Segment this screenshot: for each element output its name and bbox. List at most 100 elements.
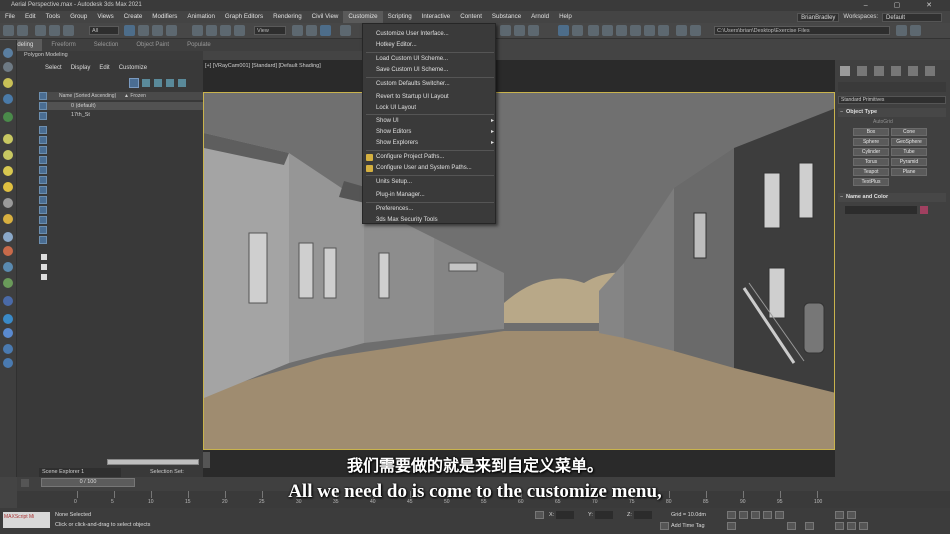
snaps-toggle-icon[interactable] <box>340 25 351 36</box>
toggle-layer-explorer-icon[interactable] <box>572 25 583 36</box>
render-production-icon[interactable] <box>658 25 669 36</box>
teapot-button[interactable]: Teapot <box>853 168 889 176</box>
camera-icon[interactable] <box>3 94 13 104</box>
ribbon-tab-selection[interactable]: Selection <box>85 39 128 51</box>
project-folder-icon[interactable] <box>896 25 907 36</box>
create-selection-set-icon[interactable] <box>3 48 13 58</box>
select-rotate-icon[interactable] <box>206 25 217 36</box>
workspace-dropdown[interactable]: Default <box>882 12 942 22</box>
customize-menu-item-lock-ui-layout[interactable]: Lock UI Layout <box>363 103 497 114</box>
goto-start-icon[interactable] <box>727 511 736 519</box>
object-name-field[interactable] <box>845 206 917 214</box>
select-move-icon[interactable] <box>192 25 203 36</box>
shapes-icon[interactable] <box>3 134 13 144</box>
current-frame-field[interactable] <box>787 522 796 530</box>
light-bulb-icon[interactable] <box>3 78 13 88</box>
vray-frame-buffer-icon[interactable] <box>690 25 701 36</box>
plane-button[interactable]: Plane <box>891 168 927 176</box>
geometry-filter-icon[interactable] <box>39 126 47 134</box>
scene-menu-select[interactable]: Select <box>45 65 62 75</box>
menu-views[interactable]: Views <box>92 11 118 23</box>
create-category-icons[interactable] <box>838 82 946 92</box>
lock-icon[interactable] <box>41 264 47 270</box>
scene-row-17th-st[interactable]: 17th_St <box>39 111 203 119</box>
time-tag-icon[interactable] <box>660 522 669 530</box>
object-color-swatch[interactable] <box>920 206 928 214</box>
frozen-filter-icon[interactable] <box>39 226 47 234</box>
window-crossing-icon[interactable] <box>166 25 177 36</box>
menu-graph-editors[interactable]: Graph Editors <box>220 11 268 23</box>
hierarchy-tab-icon[interactable] <box>874 66 884 76</box>
torus-button[interactable]: Torus <box>853 158 889 166</box>
customize-menu-item-preferences[interactable]: Preferences... <box>363 204 497 215</box>
customize-menu-item-configure-project-paths[interactable]: Configure Project Paths... <box>363 152 497 163</box>
menu-create[interactable]: Create <box>119 11 148 23</box>
customize-menu-item-customize-user-interface[interactable]: Customize User Interface... <box>363 29 497 40</box>
toggle-scene-explorer-icon[interactable] <box>558 25 569 36</box>
link-icon[interactable] <box>35 25 46 36</box>
select-manipulate-icon[interactable] <box>306 25 317 36</box>
zoom-all-icon[interactable] <box>847 511 856 519</box>
customize-menu-item-3ds-max-security-tools[interactable]: 3ds Max Security Tools <box>363 215 497 226</box>
menu-tools[interactable]: Tools <box>41 11 65 23</box>
keyboard-shortcut-override-icon[interactable] <box>320 25 331 36</box>
groups-filter-icon[interactable] <box>39 186 47 194</box>
lights-filter-icon[interactable] <box>39 146 47 154</box>
freeze-icon[interactable] <box>142 79 150 87</box>
vray-render-icon[interactable] <box>676 25 687 36</box>
particle-icon[interactable] <box>3 278 13 288</box>
system-icon[interactable] <box>3 262 13 272</box>
unlink-icon[interactable] <box>49 25 60 36</box>
bone-icon[interactable] <box>3 246 13 256</box>
customize-menu-item-plug-in-manager[interactable]: Plug-in Manager... <box>363 190 497 201</box>
containers-filter-icon[interactable] <box>39 216 47 224</box>
display-tab-icon[interactable] <box>908 66 918 76</box>
rendered-frame-window-icon[interactable] <box>644 25 655 36</box>
sun-icon[interactable] <box>3 182 13 192</box>
modify-tab-icon[interactable] <box>857 66 867 76</box>
cylinder-button[interactable]: Cylinder <box>853 148 889 156</box>
previous-frame-icon[interactable] <box>739 511 748 519</box>
expand-icon[interactable] <box>41 274 47 280</box>
customize-menu-item-show-editors[interactable]: Show Editors ▸ <box>363 127 497 138</box>
pivot-center-icon[interactable] <box>292 25 303 36</box>
helpers-filter-icon[interactable] <box>39 166 47 174</box>
create-tab-icon[interactable] <box>840 66 850 76</box>
object-type-rollout[interactable]: Object Type <box>838 108 946 117</box>
find-icon[interactable] <box>41 254 47 260</box>
name-and-color-rollout[interactable]: Name and Color <box>838 193 946 202</box>
user-account-dropdown[interactable]: BrianBradley <box>797 12 840 22</box>
window-controls[interactable]: – ▢ ✕ <box>864 1 944 9</box>
material-editor-icon[interactable] <box>616 25 627 36</box>
menu-group[interactable]: Group <box>65 11 92 23</box>
motion-tab-icon[interactable] <box>891 66 901 76</box>
select-scale-icon[interactable] <box>220 25 231 36</box>
spacewarps-filter-icon[interactable] <box>39 176 47 184</box>
viewport[interactable]: [+] [VRayCam001] [Standard] [Default Sha… <box>203 60 835 477</box>
cameras-filter-icon[interactable] <box>39 156 47 164</box>
textplus-button[interactable]: TextPlus <box>853 178 889 186</box>
schematic-view-icon[interactable] <box>602 25 613 36</box>
maxscript-listener[interactable]: MAXScript Mi <box>3 512 50 528</box>
customize-menu-item-show-explorers[interactable]: Show Explorers ▸ <box>363 138 497 149</box>
play-icon[interactable] <box>751 511 760 519</box>
customize-menu-item-configure-user-and-system-paths[interactable]: Configure User and System Paths... <box>363 163 497 174</box>
add-time-tag[interactable]: Add Time Tag <box>671 523 705 529</box>
cone-icon[interactable] <box>3 198 13 208</box>
undo-icon[interactable] <box>3 25 14 36</box>
zoom-icon[interactable] <box>835 511 844 519</box>
menu-content[interactable]: Content <box>455 11 487 23</box>
curve-editor-icon[interactable] <box>588 25 599 36</box>
scene-menu-edit[interactable]: Edit <box>99 65 109 75</box>
next-frame-icon[interactable] <box>763 511 772 519</box>
y-coordinate-field[interactable] <box>595 511 613 519</box>
layer-explorer-icon[interactable] <box>3 62 13 72</box>
select-by-name-icon[interactable] <box>138 25 149 36</box>
goto-end-icon[interactable] <box>775 511 784 519</box>
customize-menu-item-units-setup[interactable]: Units Setup... <box>363 177 497 188</box>
scene-menu-customize[interactable]: Customize <box>119 65 147 75</box>
reference-coordinate-dropdown[interactable]: View <box>254 26 286 35</box>
menu-rendering[interactable]: Rendering <box>268 11 307 23</box>
ribbon-tab-freeform[interactable]: Freeform <box>42 39 84 51</box>
autogrid-checkbox[interactable]: AutoGrid <box>873 119 893 125</box>
